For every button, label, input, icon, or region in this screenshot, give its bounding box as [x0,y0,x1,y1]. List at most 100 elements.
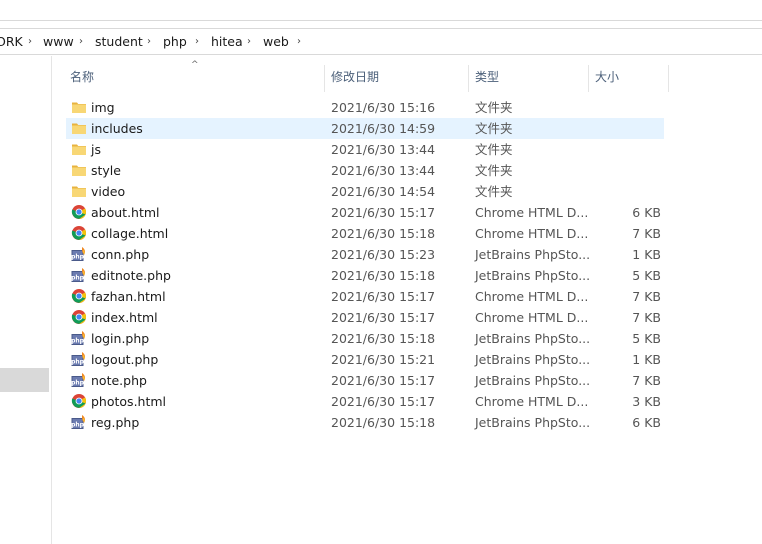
file-type: 文件夹 [475,184,513,199]
file-row[interactable]: img 2021/6/30 15:16 文件夹 [66,97,664,118]
file-size [586,181,661,202]
chrome-icon [71,225,87,241]
file-type: JetBrains PhpSto... [475,352,591,367]
file-name: conn.php [91,247,150,262]
chevron-right-icon[interactable]: › [147,29,151,54]
chrome-icon [71,309,87,325]
file-name: includes [91,121,143,136]
nav-selected-item[interactable] [0,368,49,392]
breadcrumb-item[interactable]: hitea [211,29,243,54]
breadcrumb-item[interactable]: www [43,29,74,54]
chevron-right-icon[interactable]: › [247,29,251,54]
address-bar[interactable]: ORK › www › student › php › hitea › web … [0,28,762,55]
file-name: fazhan.html [91,289,166,304]
file-size: 6 KB [632,415,661,430]
file-name: collage.html [91,226,169,241]
file-row[interactable]: php note.php 2021/6/30 15:17 JetBrains PhpS… [66,370,664,391]
file-size: 7 KB [632,226,661,241]
column-header-size[interactable]: 大小 [595,62,619,92]
navigation-pane[interactable] [0,56,52,544]
svg-text:php: php [71,275,85,282]
file-row[interactable]: index.html 2021/6/30 15:17 Chrome HTML D..… [66,307,664,328]
file-type: JetBrains PhpSto... [475,331,591,346]
php-icon: php [71,372,87,388]
file-row[interactable]: php reg.php 2021/6/30 15:18 JetBrains PhpSt… [66,412,664,433]
file-size [586,118,661,139]
chevron-right-icon[interactable]: › [195,29,199,54]
column-divider[interactable] [668,65,669,92]
file-name: style [91,163,121,178]
file-type: Chrome HTML D... [475,289,589,304]
file-row[interactable]: includes 2021/6/30 14:59 文件夹 [66,118,664,139]
file-date: 2021/6/30 15:18 [331,331,436,346]
file-name: note.php [91,373,147,388]
php-icon: php [71,267,87,283]
file-name: js [91,142,101,157]
chrome-icon [71,393,87,409]
file-size: 1 KB [632,247,661,262]
file-size [586,139,661,160]
file-name: logout.php [91,352,159,367]
file-row[interactable]: video 2021/6/30 14:54 文件夹 [66,181,664,202]
file-size: 7 KB [632,310,661,325]
breadcrumb-item[interactable]: student [95,29,143,54]
file-type: JetBrains PhpSto... [475,415,591,430]
file-size: 5 KB [632,268,661,283]
svg-text:php: php [71,338,85,345]
breadcrumb-item[interactable]: php [163,29,187,54]
file-row[interactable]: js 2021/6/30 13:44 文件夹 [66,139,664,160]
file-row[interactable]: php conn.php 2021/6/30 15:23 JetBrains PhpS… [66,244,664,265]
column-divider[interactable] [588,65,589,92]
file-date: 2021/6/30 15:18 [331,268,436,283]
file-name: login.php [91,331,150,346]
breadcrumb-item[interactable]: web [263,29,289,54]
file-date: 2021/6/30 15:17 [331,289,436,304]
file-date: 2021/6/30 15:16 [331,100,436,115]
file-row[interactable]: php login.php 2021/6/30 15:18 JetBrains Php… [66,328,664,349]
file-row[interactable]: style 2021/6/30 13:44 文件夹 [66,160,664,181]
file-row[interactable]: php editnote.php 2021/6/30 15:18 JetBrains … [66,265,664,286]
file-list: img 2021/6/30 15:16 文件夹 includes 2021/6/30 1… [66,97,666,433]
chevron-right-icon[interactable]: › [79,29,83,54]
file-date: 2021/6/30 15:18 [331,415,436,430]
file-type: Chrome HTML D... [475,394,589,409]
file-name: video [91,184,126,199]
file-name: about.html [91,205,160,220]
column-divider[interactable] [324,65,325,92]
svg-text:php: php [71,254,85,261]
folder-icon [71,99,87,115]
file-row[interactable]: collage.html 2021/6/30 15:18 Chrome HTML D… [66,223,664,244]
file-date: 2021/6/30 15:17 [331,373,436,388]
ribbon-area [0,0,762,21]
breadcrumb-item[interactable]: ORK [0,29,23,54]
column-header-type[interactable]: 类型 [475,62,499,92]
file-date: 2021/6/30 14:59 [331,121,436,136]
folder-icon [71,141,87,157]
file-name: photos.html [91,394,167,409]
php-icon: php [71,414,87,430]
column-header-name[interactable]: 名称 [70,62,94,92]
folder-icon [71,162,87,178]
file-row[interactable]: photos.html 2021/6/30 15:17 Chrome HTML D.… [66,391,664,412]
file-size [586,160,661,181]
chevron-right-icon[interactable]: › [297,29,301,54]
file-date: 2021/6/30 15:21 [331,352,436,367]
file-explorer-window: ORK › www › student › php › hitea › web … [0,0,762,544]
file-size: 7 KB [632,289,661,304]
file-name: reg.php [91,415,140,430]
file-row[interactable]: about.html 2021/6/30 15:17 Chrome HTML D..… [66,202,664,223]
file-type: 文件夹 [475,142,513,157]
file-type: JetBrains PhpSto... [475,268,591,283]
chevron-up-icon: ^ [191,60,199,70]
column-divider[interactable] [468,65,469,92]
file-name: index.html [91,310,158,325]
file-date: 2021/6/30 15:17 [331,205,436,220]
chevron-right-icon[interactable]: › [28,29,32,54]
column-header-date[interactable]: 修改日期 [331,62,379,92]
php-icon: php [71,246,87,262]
file-row[interactable]: fazhan.html 2021/6/30 15:17 Chrome HTML D.… [66,286,664,307]
file-date: 2021/6/30 15:23 [331,247,436,262]
file-row[interactable]: php logout.php 2021/6/30 15:21 JetBrains Ph… [66,349,664,370]
folder-icon [71,183,87,199]
column-header: ^ 名称 修改日期 类型 大小 [51,60,762,92]
